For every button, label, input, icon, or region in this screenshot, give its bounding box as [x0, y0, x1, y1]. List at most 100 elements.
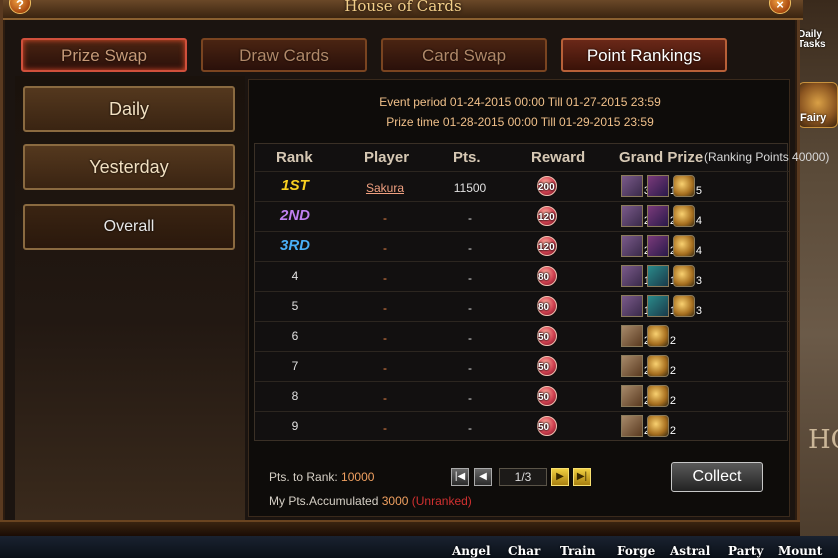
pts-cell: -	[468, 361, 472, 375]
reward-amount: 120	[538, 242, 555, 253]
scroll-item-icon[interactable]: 1	[621, 265, 650, 287]
scroll-item-icon[interactable]: 2	[621, 205, 650, 227]
daily-tasks-button[interactable]: Daily Tasks	[798, 30, 838, 60]
last-page-button[interactable]: ▶|	[573, 468, 591, 486]
page-indicator: 1/3	[499, 468, 547, 486]
reward-gem-icon[interactable]: 120	[537, 206, 559, 228]
chest-item-icon[interactable]: 2	[621, 355, 650, 377]
daily-button[interactable]: Daily	[23, 86, 235, 132]
moon-item-icon[interactable]: 4	[673, 205, 702, 227]
chest-item-icon[interactable]: 2	[621, 385, 650, 407]
player-cell: -	[383, 301, 387, 315]
rank-cell: 2ND	[279, 207, 310, 224]
reward-gem-icon[interactable]: 50	[537, 416, 559, 438]
table-row: 4 - - 80 11 3	[255, 261, 789, 291]
moon-item-icon[interactable]: 4	[673, 235, 702, 257]
ranking-points-note: (Ranking Points 40000)	[704, 150, 830, 164]
table-row: 7 - - 50 2 2	[255, 351, 789, 381]
pts-cell: -	[468, 421, 472, 435]
pts-cell: -	[468, 211, 472, 225]
reward-gem-icon[interactable]: 80	[537, 296, 559, 318]
chest-item-icon[interactable]: 2	[621, 325, 650, 347]
accumulated-label: My Pts.Accumulated	[269, 494, 379, 508]
header-reward: Reward	[531, 149, 586, 166]
rankings-table: Rank Player Pts. Reward Grand Prize (Ran…	[254, 143, 829, 441]
tab-draw-cards[interactable]: Draw Cards	[201, 38, 367, 72]
header-rank: Rank	[276, 149, 313, 166]
reward-gem-icon[interactable]: 50	[537, 356, 559, 378]
player-cell: -	[383, 211, 387, 225]
menu-astral[interactable]: Astral	[670, 544, 710, 558]
menu-mount[interactable]: Mount	[778, 544, 822, 558]
scroll-item-icon[interactable]: 2	[621, 235, 650, 257]
prize-time: Prize time 01-28-2015 00:00 Till 01-29-2…	[386, 115, 654, 129]
bottom-menu-bar: Angel Char Train Forge Astral Party Moun…	[0, 536, 838, 558]
pts-cell: -	[468, 271, 472, 285]
pts-cell: 11500	[453, 181, 487, 195]
moon-item-icon[interactable]: 2	[647, 325, 676, 347]
pts-to-rank-label: Pts. to Rank:	[269, 470, 338, 484]
pts-to-rank-value: 10000	[341, 470, 375, 484]
player-cell: -	[383, 241, 387, 255]
moon-item-icon[interactable]: 2	[647, 355, 676, 377]
reward-gem-icon[interactable]: 50	[537, 386, 559, 408]
player-cell: -	[383, 331, 387, 345]
rank-cell: 4	[291, 269, 299, 283]
table-row: 6 - - 50 2 2	[255, 321, 789, 351]
menu-forge[interactable]: Forge	[617, 544, 655, 558]
chest-item-icon[interactable]: 2	[621, 415, 650, 437]
reward-amount: 200	[538, 182, 555, 193]
potion-teal-item-icon[interactable]: 1	[647, 265, 676, 287]
item-count: 3	[695, 275, 702, 287]
potion-item-icon[interactable]: 2	[647, 205, 676, 227]
moon-item-icon[interactable]: 2	[647, 385, 676, 407]
house-of-cards-window: House of Cards ? × Prize Swap Draw Cards…	[0, 0, 829, 540]
reward-gem-icon[interactable]: 50	[537, 326, 559, 348]
collect-button[interactable]: Collect	[671, 462, 763, 492]
my-pts-accumulated: My Pts.Accumulated 3000 (Unranked)	[269, 494, 472, 508]
menu-train[interactable]: Train	[560, 544, 595, 558]
scroll-item-icon[interactable]: 3	[621, 175, 650, 197]
potion-item-icon[interactable]: 1	[647, 175, 676, 197]
player-cell[interactable]: Sakura	[340, 181, 430, 195]
potion-teal-item-icon[interactable]: 1	[647, 295, 676, 317]
reward-gem-icon[interactable]: 200	[537, 176, 559, 198]
table-row: 8 - - 50 2 2	[255, 381, 789, 411]
item-count: 2	[669, 425, 676, 437]
scene-text: HO	[808, 425, 838, 455]
potion-item-icon[interactable]: 2	[647, 235, 676, 257]
moon-item-icon[interactable]: 2	[647, 415, 676, 437]
tab-point-rankings[interactable]: Point Rankings	[561, 38, 727, 72]
player-cell: -	[383, 361, 387, 375]
yesterday-button[interactable]: Yesterday	[23, 144, 235, 190]
scroll-item-icon[interactable]: 1	[621, 295, 650, 317]
tab-prize-swap[interactable]: Prize Swap	[21, 38, 187, 72]
prev-page-button[interactable]: ◀	[474, 468, 492, 486]
menu-char[interactable]: Char	[508, 544, 540, 558]
item-count: 3	[695, 305, 702, 317]
item-count: 2	[669, 335, 676, 347]
reward-gem-icon[interactable]: 80	[537, 266, 559, 288]
first-page-button[interactable]: |◀	[451, 468, 469, 486]
rank-cell: 5	[291, 299, 299, 313]
menu-party[interactable]: Party	[728, 544, 763, 558]
player-cell: -	[383, 391, 387, 405]
reward-amount: 50	[538, 332, 550, 343]
moon-item-icon[interactable]: 5	[673, 175, 702, 197]
moon-item-icon[interactable]: 3	[673, 265, 702, 287]
reward-amount: 50	[538, 362, 550, 373]
item-count: 2	[669, 365, 676, 377]
tab-row: Prize Swap Draw Cards Card Swap Point Ra…	[13, 34, 793, 74]
reward-gem-icon[interactable]: 120	[537, 236, 559, 258]
table-row: 3RD - - 120 22 4	[255, 231, 789, 261]
window-bottom-frame	[0, 520, 800, 536]
accumulated-value: 3000	[381, 494, 409, 508]
moon-item-icon[interactable]: 3	[673, 295, 702, 317]
menu-angel[interactable]: Angel	[452, 544, 491, 558]
tab-card-swap[interactable]: Card Swap	[381, 38, 547, 72]
unranked-label: (Unranked)	[411, 494, 472, 508]
player-cell: -	[383, 271, 387, 285]
reward-amount: 50	[538, 422, 550, 433]
next-page-button[interactable]: ▶	[551, 468, 569, 486]
overall-button[interactable]: Overall	[23, 204, 235, 250]
